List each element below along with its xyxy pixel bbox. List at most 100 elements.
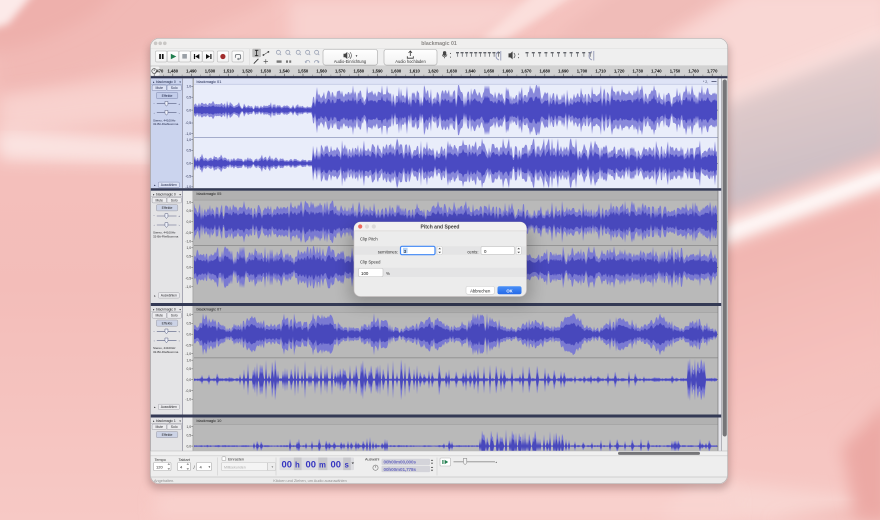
svg-text:1,620: 1,620	[428, 69, 439, 74]
svg-text:1,710: 1,710	[595, 69, 606, 74]
svg-text:1,600: 1,600	[391, 69, 402, 74]
svg-text:1,760: 1,760	[688, 69, 699, 74]
svg-text:▾: ▾	[272, 465, 274, 469]
svg-text:‹: ‹	[154, 338, 155, 342]
svg-text:−: −	[153, 102, 155, 106]
svg-text:100: 100	[361, 271, 369, 276]
svg-text:Solo: Solo	[171, 314, 178, 318]
svg-text:1,500: 1,500	[205, 69, 216, 74]
svg-text:1,640: 1,640	[465, 69, 476, 74]
svg-text:Clip Speed: Clip Speed	[360, 259, 381, 264]
svg-text:120: 120	[156, 465, 163, 470]
svg-text:* 2,: * 2,	[703, 80, 708, 84]
svg-text:0,5: 0,5	[187, 149, 192, 153]
svg-text:semitones:: semitones:	[378, 249, 398, 254]
svg-text:-0,5: -0,5	[185, 343, 191, 347]
svg-text:Clip Pitch: Clip Pitch	[360, 236, 378, 241]
svg-text:1,610: 1,610	[409, 69, 420, 74]
svg-text:Solo: Solo	[171, 425, 178, 429]
svg-text:0,5: 0,5	[187, 433, 192, 437]
svg-text:blackmagic 1: blackmagic 1	[156, 419, 176, 423]
svg-text:1,570: 1,570	[335, 69, 346, 74]
svg-text:0,0: 0,0	[187, 378, 192, 382]
svg-text:0,0: 0,0	[187, 220, 192, 224]
svg-text:1,680: 1,680	[540, 69, 551, 74]
svg-text:m: m	[319, 460, 326, 469]
svg-text:s: s	[345, 460, 350, 469]
svg-text:1,770: 1,770	[707, 69, 718, 74]
svg-text:Abbrechen: Abbrechen	[470, 288, 491, 293]
svg-text:−: −	[153, 214, 155, 218]
svg-text:1,590: 1,590	[372, 69, 383, 74]
svg-text:0,0: 0,0	[187, 444, 192, 448]
svg-text:,470: ,470	[155, 69, 164, 74]
svg-text:0,5: 0,5	[187, 95, 192, 99]
svg-text:1,720: 1,720	[614, 69, 625, 74]
svg-text:0,5: 0,5	[187, 255, 192, 259]
svg-text:0,0: 0,0	[187, 108, 192, 112]
svg-text:-1,0: -1,0	[185, 285, 191, 289]
svg-text:1,730: 1,730	[633, 69, 644, 74]
svg-text:00h00m01,778s: 00h00m01,778s	[384, 467, 417, 472]
svg-text:1,0: 1,0	[187, 201, 192, 205]
svg-text:Taktart: Taktart	[179, 458, 191, 462]
svg-text:1,650: 1,650	[484, 69, 495, 74]
svg-text:Effekte: Effekte	[162, 94, 173, 98]
svg-text:blackmagic 0: blackmagic 0	[156, 192, 176, 196]
svg-text:Effekte: Effekte	[162, 206, 173, 210]
svg-text:−: −	[153, 329, 155, 333]
svg-text:1,0: 1,0	[187, 425, 192, 429]
svg-text:blackmagic 0: blackmagic 0	[156, 308, 176, 312]
svg-text:1,490: 1,490	[186, 69, 197, 74]
svg-text:‹: ‹	[154, 223, 155, 227]
svg-text:+: +	[178, 102, 180, 106]
svg-text:-0,5: -0,5	[185, 389, 191, 393]
svg-text:1,690: 1,690	[558, 69, 569, 74]
svg-text:1,630: 1,630	[447, 69, 458, 74]
svg-text:32-Bit-Fließkomma: 32-Bit-Fließkomma	[153, 122, 179, 126]
svg-text:+: +	[178, 214, 180, 218]
svg-text:0,5: 0,5	[187, 322, 192, 326]
svg-text:32-Bit-Fließkomma: 32-Bit-Fließkomma	[153, 235, 179, 239]
svg-text:›: ›	[179, 338, 180, 342]
svg-text:h: h	[295, 460, 300, 469]
svg-text:1,700: 1,700	[577, 69, 588, 74]
svg-text:OK: OK	[506, 288, 512, 293]
svg-text:1,0: 1,0	[187, 358, 192, 362]
svg-text:Solo: Solo	[171, 198, 178, 202]
svg-text:00: 00	[331, 458, 341, 469]
svg-text:1,550: 1,550	[298, 69, 309, 74]
svg-text:Auswählen: Auswählen	[161, 183, 177, 187]
svg-text:1,740: 1,740	[651, 69, 662, 74]
svg-text:Audio-Einrichtung: Audio-Einrichtung	[334, 59, 367, 64]
svg-text:-1,0: -1,0	[185, 352, 191, 356]
svg-text:Einrasten: Einrasten	[228, 457, 244, 461]
svg-text:0,0: 0,0	[187, 332, 192, 336]
svg-text:1,0: 1,0	[187, 246, 192, 250]
svg-text:▾: ▾	[356, 54, 358, 58]
svg-text:›: ›	[179, 223, 180, 227]
svg-text:›: ›	[179, 111, 180, 115]
svg-text:blackmagic 0: blackmagic 0	[156, 80, 176, 84]
svg-text:00: 00	[282, 458, 292, 469]
svg-text:Angehalten.: Angehalten.	[154, 479, 174, 483]
svg-text:Klicken und Ziehen, um Audio a: Klicken und Ziehen, um Audio auszuwählen	[273, 479, 346, 483]
svg-text:-1,0: -1,0	[185, 397, 191, 401]
svg-text:0,0: 0,0	[187, 162, 192, 166]
svg-text:1,750: 1,750	[670, 69, 681, 74]
svg-text:Mute: Mute	[156, 425, 164, 429]
svg-text:0,5: 0,5	[187, 367, 192, 371]
svg-text:1,530: 1,530	[261, 69, 272, 74]
svg-text:00: 00	[306, 458, 316, 469]
svg-text:Mute: Mute	[156, 86, 164, 90]
svg-text:0,5: 0,5	[187, 209, 192, 213]
svg-text:-0,5: -0,5	[185, 231, 191, 235]
svg-text:Mute: Mute	[156, 198, 164, 202]
svg-text:‹: ‹	[154, 111, 155, 115]
svg-text:Pitch and Speed: Pitch and Speed	[421, 224, 460, 230]
svg-text:1,540: 1,540	[279, 69, 290, 74]
svg-text:Auswahl: Auswahl	[365, 458, 380, 462]
svg-text:1,0: 1,0	[187, 85, 192, 89]
svg-text:blackmagic 05: blackmagic 05	[197, 191, 222, 196]
svg-text:-1,0: -1,0	[185, 240, 191, 244]
